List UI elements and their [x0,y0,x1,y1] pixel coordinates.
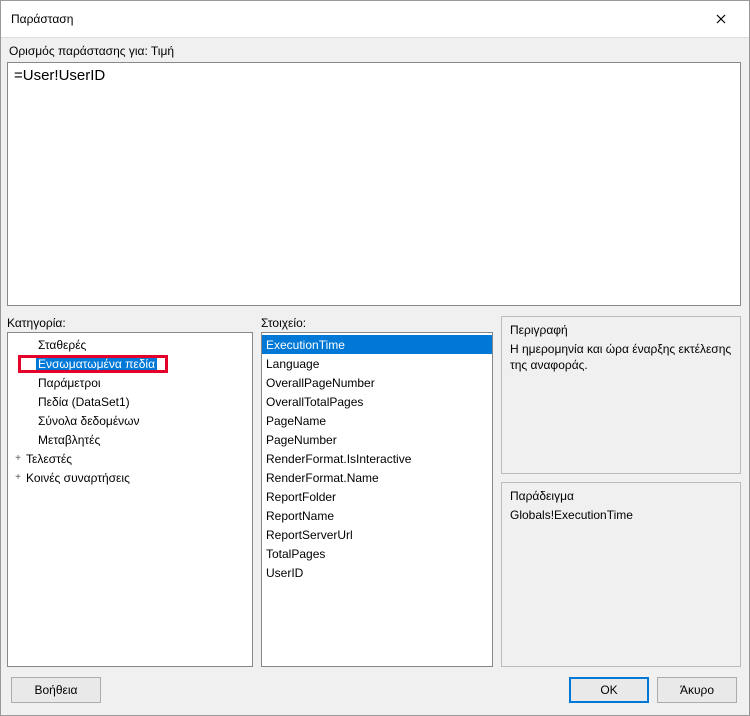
expression-dialog: Παράσταση Ορισμός παράστασης για: Τιμή Κ… [0,0,750,716]
description-section: Περιγραφή Η ημερομηνία και ώρα έναρξης ε… [501,316,741,474]
list-item[interactable]: ReportServerUrl [262,525,492,544]
description-heading: Περιγραφή [510,323,732,337]
set-expression-for-label: Ορισμός παράστασης για: Τιμή [7,42,741,62]
category-item[interactable]: Πεδία (DataSet1) [8,392,252,411]
category-item-label: Ενσωματωμένα πεδία [36,357,157,371]
close-button[interactable] [703,7,739,31]
category-item[interactable]: Ενσωματωμένα πεδία [8,354,252,373]
example-text: Globals!ExecutionTime [510,507,732,525]
item-column: Στοιχείο: ExecutionTimeLanguageOverallPa… [261,316,493,667]
category-item-label: Σταθερές [36,338,86,352]
category-item[interactable]: Μεταβλητές [8,430,252,449]
button-row: Βοήθεια OK Άκυρο [7,667,741,715]
expand-icon[interactable]: + [12,472,24,483]
help-button[interactable]: Βοήθεια [11,677,101,703]
list-item[interactable]: RenderFormat.Name [262,468,492,487]
description-text: Η ημερομηνία και ώρα έναρξης εκτέλεσης τ… [510,341,732,373]
list-item[interactable]: OverallTotalPages [262,392,492,411]
ok-button[interactable]: OK [569,677,649,703]
titlebar: Παράσταση [1,1,749,37]
category-item-label: Μεταβλητές [36,433,100,447]
close-icon [716,14,726,24]
category-item[interactable]: Σταθερές [8,335,252,354]
category-item-label: Τελεστές [24,452,72,466]
list-item[interactable]: PageName [262,411,492,430]
lower-panels: Κατηγορία: Σταθερές Ενσωματωμένα πεδία Παρ… [7,316,741,667]
category-item[interactable]: +Κοινές συναρτήσεις [8,468,252,487]
expression-input[interactable] [7,62,741,306]
category-item-label: Παράμετροι [36,376,101,390]
example-section: Παράδειγμα Globals!ExecutionTime [501,482,741,667]
list-item[interactable]: OverallPageNumber [262,373,492,392]
category-item[interactable]: Σύνολα δεδομένων [8,411,252,430]
list-item[interactable]: ReportFolder [262,487,492,506]
category-item[interactable]: +Τελεστές [8,449,252,468]
list-item[interactable]: ReportName [262,506,492,525]
expand-icon[interactable]: + [12,453,24,464]
list-item[interactable]: PageNumber [262,430,492,449]
category-item-label: Πεδία (DataSet1) [36,395,130,409]
category-item-label: Σύνολα δεδομένων [36,414,140,428]
category-item[interactable]: Παράμετροι [8,373,252,392]
list-item[interactable]: TotalPages [262,544,492,563]
list-item[interactable]: RenderFormat.IsInteractive [262,449,492,468]
item-list[interactable]: ExecutionTimeLanguageOverallPageNumberOv… [261,332,493,667]
list-item[interactable]: UserID [262,563,492,582]
dialog-content: Ορισμός παράστασης για: Τιμή Κατηγορία: … [1,37,749,715]
category-column: Κατηγορία: Σταθερές Ενσωματωμένα πεδία Παρ… [7,316,253,667]
category-tree[interactable]: Σταθερές Ενσωματωμένα πεδία Παράμετροι Πεδί… [7,332,253,667]
category-item-label: Κοινές συναρτήσεις [24,471,130,485]
list-item[interactable]: ExecutionTime [262,335,492,354]
example-heading: Παράδειγμα [510,489,732,503]
right-column: Περιγραφή Η ημερομηνία και ώρα έναρξης ε… [501,316,741,667]
category-label: Κατηγορία: [7,316,253,332]
cancel-button[interactable]: Άκυρο [657,677,737,703]
item-label: Στοιχείο: [261,316,493,332]
list-item[interactable]: Language [262,354,492,373]
dialog-title: Παράσταση [11,12,73,26]
